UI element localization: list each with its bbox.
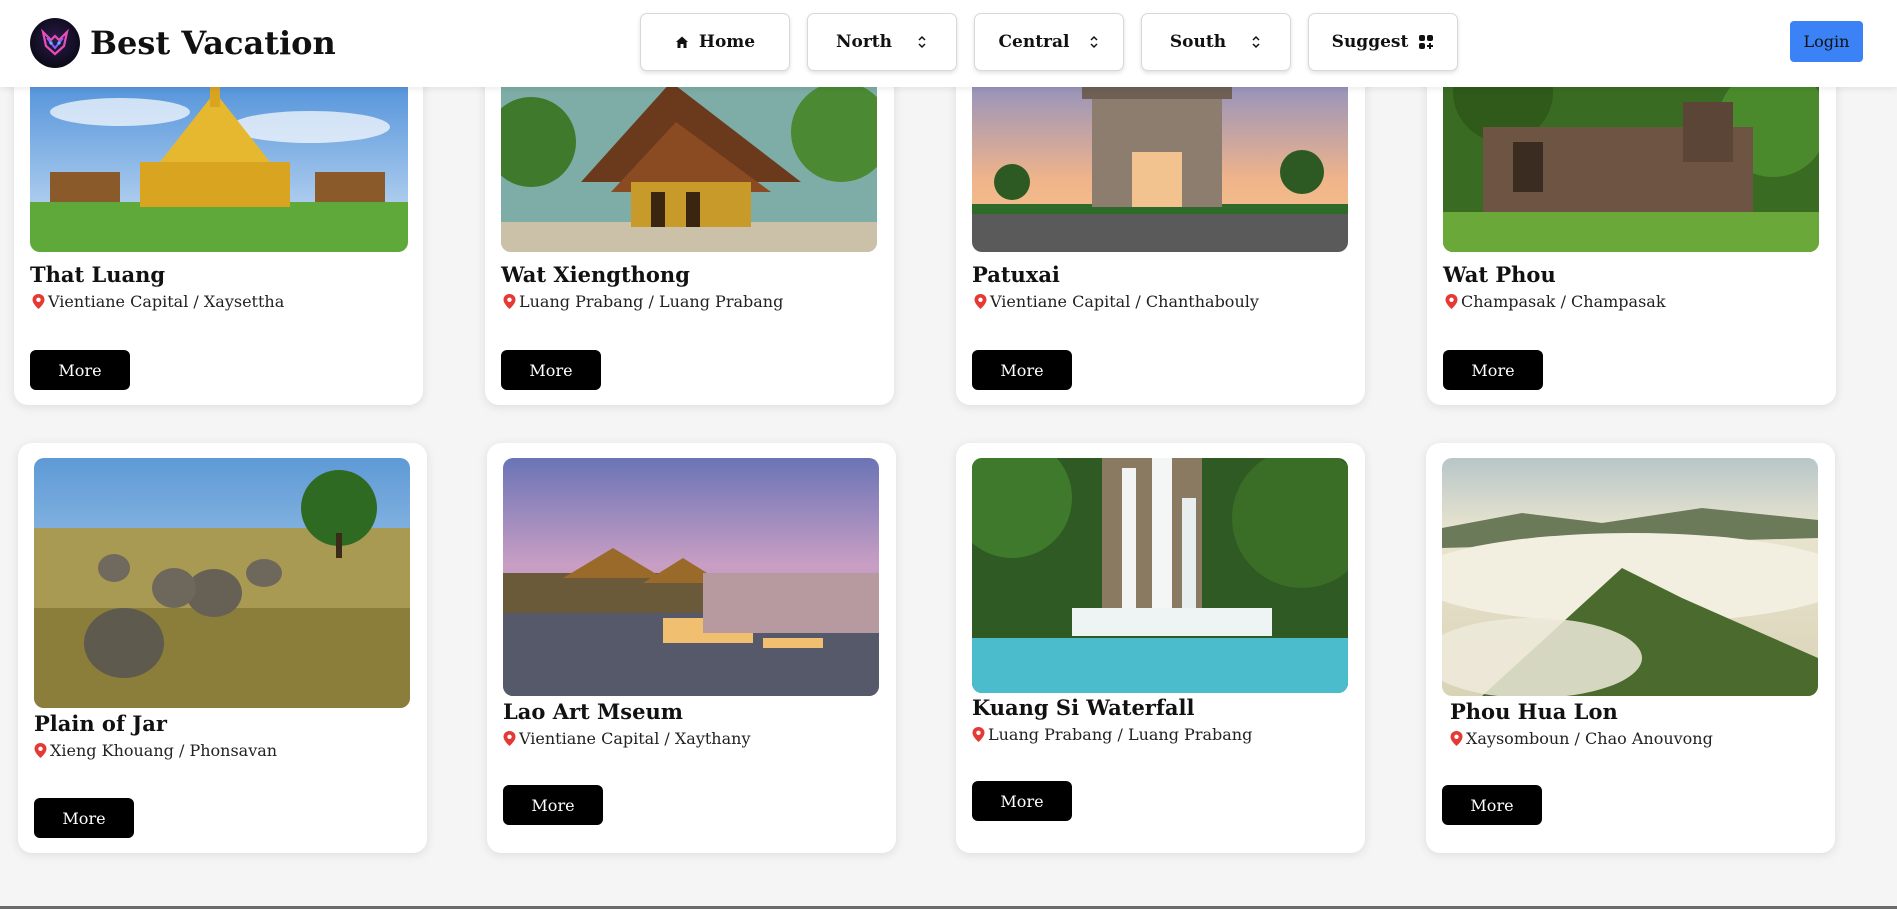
card-title: Kuang Si Waterfall bbox=[972, 695, 1195, 720]
card-location-text: Vientiane Capital / Xaythany bbox=[519, 729, 751, 748]
card-location-text: Luang Prabang / Luang Prabang bbox=[519, 292, 784, 311]
card-location: Luang Prabang / Luang Prabang bbox=[972, 725, 1252, 744]
top-navbar: Best Vacation Home North Central South S… bbox=[0, 0, 1897, 87]
card-location: Vientiane Capital / Chanthabouly bbox=[974, 292, 1259, 311]
destination-card: Wat Phou Champasak / Champasak More bbox=[1427, 64, 1836, 405]
card-location: Vientiane Capital / Xaysettha bbox=[32, 292, 284, 311]
destination-card: Phou Hua Lon Xaysomboun / Chao Anouvong … bbox=[1426, 443, 1835, 853]
card-title: That Luang bbox=[30, 262, 166, 287]
card-location-text: Vientiane Capital / Xaysettha bbox=[48, 292, 285, 311]
card-location: Xieng Khouang / Phonsavan bbox=[34, 741, 277, 760]
suggest-button[interactable]: Suggest bbox=[1308, 13, 1458, 71]
location-pin-icon bbox=[972, 727, 985, 742]
card-image[interactable] bbox=[972, 72, 1348, 252]
south-dropdown[interactable]: South bbox=[1141, 13, 1291, 71]
login-button[interactable]: Login bbox=[1790, 21, 1863, 62]
location-pin-icon bbox=[1450, 731, 1463, 746]
north-label: North bbox=[835, 32, 893, 52]
destination-card: Kuang Si Waterfall Luang Prabang / Luang… bbox=[956, 443, 1365, 853]
location-pin-icon bbox=[974, 294, 987, 309]
location-pin-icon bbox=[32, 294, 45, 309]
card-location: Vientiane Capital / Xaythany bbox=[503, 729, 750, 748]
card-location-text: Champasak / Champasak bbox=[1461, 292, 1666, 311]
home-button[interactable]: Home bbox=[640, 13, 790, 71]
more-button[interactable]: More bbox=[30, 350, 130, 390]
location-pin-icon bbox=[503, 731, 516, 746]
central-label: Central bbox=[998, 32, 1070, 52]
brand-title: Best Vacation bbox=[90, 24, 336, 62]
more-button[interactable]: More bbox=[1443, 350, 1543, 390]
card-image[interactable] bbox=[30, 72, 408, 252]
card-image[interactable] bbox=[503, 458, 879, 696]
card-title: Patuxai bbox=[972, 262, 1060, 287]
card-title: Wat Xiengthong bbox=[501, 262, 690, 287]
home-label: Home bbox=[698, 32, 756, 52]
card-location-text: Xaysomboun / Chao Anouvong bbox=[1466, 729, 1713, 748]
card-location-text: Vientiane Capital / Chanthabouly bbox=[990, 292, 1259, 311]
card-image[interactable] bbox=[1443, 72, 1819, 252]
card-image[interactable] bbox=[972, 458, 1348, 693]
more-button[interactable]: More bbox=[34, 798, 134, 838]
card-title: Phou Hua Lon bbox=[1450, 699, 1618, 724]
card-title: Wat Phou bbox=[1443, 262, 1556, 287]
brand[interactable]: Best Vacation bbox=[30, 17, 336, 69]
card-image[interactable] bbox=[34, 458, 410, 708]
card-location: Xaysomboun / Chao Anouvong bbox=[1450, 729, 1713, 748]
suggest-label: Suggest bbox=[1331, 32, 1409, 52]
card-title: Lao Art Mseum bbox=[503, 699, 683, 724]
card-location: Champasak / Champasak bbox=[1445, 292, 1666, 311]
more-button[interactable]: More bbox=[972, 350, 1072, 390]
home-icon bbox=[675, 36, 688, 48]
card-location-text: Xieng Khouang / Phonsavan bbox=[50, 741, 278, 760]
location-pin-icon bbox=[503, 294, 516, 309]
more-button[interactable]: More bbox=[501, 350, 601, 390]
more-button[interactable]: More bbox=[972, 781, 1072, 821]
card-image[interactable] bbox=[501, 72, 877, 252]
north-dropdown[interactable]: North bbox=[807, 13, 957, 71]
destination-card: Patuxai Vientiane Capital / Chanthabouly… bbox=[956, 64, 1365, 405]
chevron-up-down-icon bbox=[1089, 35, 1098, 49]
central-dropdown[interactable]: Central bbox=[974, 13, 1124, 71]
destination-card: Plain of Jar Xieng Khouang / Phonsavan M… bbox=[18, 443, 427, 853]
south-label: South bbox=[1169, 32, 1227, 52]
destination-card: Wat Xiengthong Luang Prabang / Luang Pra… bbox=[485, 64, 894, 405]
card-location-text: Luang Prabang / Luang Prabang bbox=[988, 725, 1253, 744]
card-location: Luang Prabang / Luang Prabang bbox=[503, 292, 783, 311]
more-button[interactable]: More bbox=[1442, 785, 1542, 825]
logo-icon bbox=[30, 18, 80, 68]
chevron-up-down-icon bbox=[1252, 35, 1260, 49]
nav-menu: Home North Central South Suggest bbox=[640, 13, 1458, 71]
destination-card: That Luang Vientiane Capital / Xaysettha… bbox=[14, 64, 423, 405]
card-image[interactable] bbox=[1442, 458, 1818, 696]
destination-card: Lao Art Mseum Vientiane Capital / Xaytha… bbox=[487, 443, 896, 853]
location-pin-icon bbox=[1445, 294, 1458, 309]
apps-add-icon bbox=[1419, 35, 1434, 49]
card-title: Plain of Jar bbox=[34, 711, 167, 736]
location-pin-icon bbox=[34, 743, 47, 758]
more-button[interactable]: More bbox=[503, 785, 603, 825]
chevron-up-down-icon bbox=[918, 35, 926, 49]
